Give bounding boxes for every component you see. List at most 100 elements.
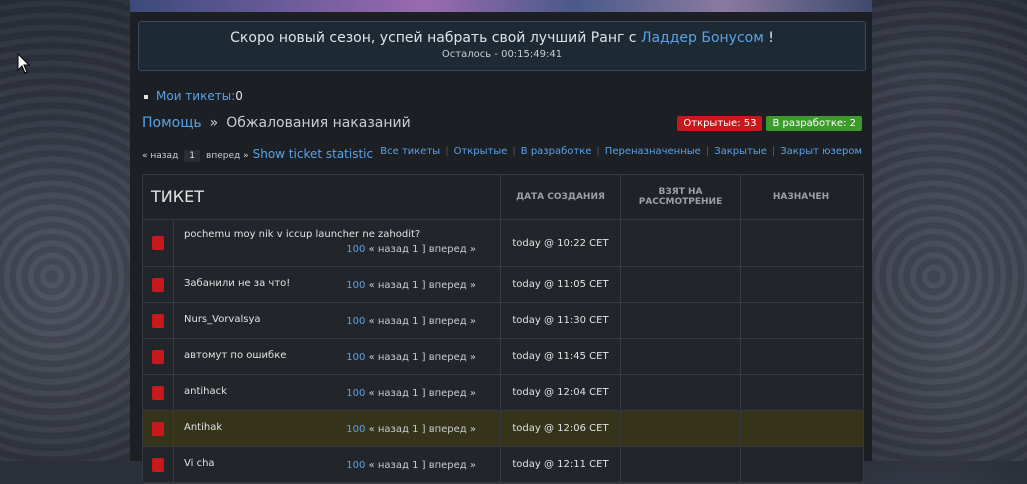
pagination: « назад 1 вперед » Show ticket statistic xyxy=(142,147,373,162)
ticket-title-link[interactable]: antihack xyxy=(184,386,227,397)
my-tickets-count: 0 xyxy=(235,89,243,103)
filter-divider: | xyxy=(771,146,776,157)
status-cell xyxy=(143,303,174,338)
table-row[interactable]: Забанили не за что! 100 « назад 1 ] впере… xyxy=(143,267,863,303)
status-cell xyxy=(143,411,174,446)
taken-cell xyxy=(621,220,741,266)
ticket-title-link[interactable]: Nurs_Vorvalsya xyxy=(184,314,261,325)
created-cell: today @ 12:06 CET xyxy=(501,411,621,446)
tickets-table: ТИКЕТ ДАТА СОЗДАНИЯ ВЗЯТ НА РАССМОТРЕНИЕ… xyxy=(142,174,864,484)
assigned-cell xyxy=(741,411,861,446)
table-row[interactable]: Nurs_Vorvalsya 100 « назад 1 ] вперед » to… xyxy=(143,303,863,339)
ticket-statistic-link[interactable]: Show ticket statistic xyxy=(253,147,374,161)
ticket-title-link[interactable]: pochemu moy nik v iccup launcher ne zaho… xyxy=(184,229,420,240)
ticket-filters: Все тикеты | Открытые | В разработке | Переназ… xyxy=(380,146,862,157)
header-created: ДАТА СОЗДАНИЯ xyxy=(501,175,621,219)
taken-cell xyxy=(621,411,741,446)
ticket-pager[interactable]: « назад 1 ] вперед » xyxy=(365,460,476,471)
ticket-num[interactable]: 100 xyxy=(346,460,365,471)
ticket-num[interactable]: 100 xyxy=(346,388,365,399)
status-square-icon xyxy=(152,457,164,472)
ticket-num[interactable]: 100 xyxy=(346,280,365,291)
status-cell xyxy=(143,447,174,482)
filter-all[interactable]: Все тикеты xyxy=(380,146,440,157)
taken-cell xyxy=(621,447,741,482)
filter-divider: | xyxy=(705,146,710,157)
pager-page-number[interactable]: 1 xyxy=(184,150,201,162)
ticket-pager[interactable]: « назад 1 ] вперед » xyxy=(365,280,476,291)
ticket-pager[interactable]: « назад 1 ] вперед » xyxy=(365,316,476,327)
taken-cell xyxy=(621,375,741,410)
filter-open[interactable]: Открытые xyxy=(454,146,508,157)
notice-text-after: ! xyxy=(763,30,774,46)
status-square-icon xyxy=(152,349,164,364)
ticket-title-link[interactable]: автомут по ошибке xyxy=(184,350,286,361)
filter-in-dev[interactable]: В разработке xyxy=(521,146,592,157)
status-square-icon xyxy=(152,313,164,328)
ticket-nav: 100 « назад 1 ] вперед » xyxy=(346,316,476,327)
ticket-title-link[interactable]: Vi cha xyxy=(184,458,215,469)
breadcrumb-current: Обжалования наказаний xyxy=(226,115,411,131)
ticket-num[interactable]: 100 xyxy=(346,424,365,435)
ticket-num[interactable]: 100 xyxy=(346,244,365,255)
ticket-num[interactable]: 100 xyxy=(346,352,365,363)
assigned-cell xyxy=(741,303,861,338)
taken-cell xyxy=(621,303,741,338)
main-content: Скоро новый сезон, успей набрать свой лу… xyxy=(130,12,872,484)
filter-closed-by-user[interactable]: Закрыт юзером xyxy=(780,146,862,157)
ticket-num[interactable]: 100 xyxy=(346,316,365,327)
taken-cell xyxy=(621,267,741,302)
status-square-icon xyxy=(152,236,164,250)
table-header: ТИКЕТ ДАТА СОЗДАНИЯ ВЗЯТ НА РАССМОТРЕНИЕ… xyxy=(143,175,863,220)
breadcrumb: Помощь » Обжалования наказаний xyxy=(142,115,411,131)
status-badges: Открытые: 53 В разработке: 2 xyxy=(673,116,862,131)
pager-next[interactable]: вперед » xyxy=(206,151,249,161)
created-cell: today @ 11:30 CET xyxy=(501,303,621,338)
my-tickets-link[interactable]: Мои тикеты: xyxy=(156,89,235,103)
status-square-icon xyxy=(152,385,164,400)
created-cell: today @ 12:04 CET xyxy=(501,375,621,410)
notice-text: Скоро новый сезон, успей набрать свой лу… xyxy=(139,30,865,46)
ticket-cell: Забанили не за что! 100 « назад 1 ] впере… xyxy=(174,267,501,302)
header-banner xyxy=(130,0,872,12)
table-row[interactable]: antihack 100 « назад 1 ] вперед » today @ … xyxy=(143,375,863,411)
ticket-pager[interactable]: « назад 1 ] вперед » xyxy=(365,352,476,363)
season-notice: Скоро новый сезон, успей набрать свой лу… xyxy=(138,21,866,71)
breadcrumb-home-link[interactable]: Помощь xyxy=(142,115,202,131)
table-row[interactable]: автомут по ошибке 100 « назад 1 ] вперед … xyxy=(143,339,863,375)
ticket-nav: 100 « назад 1 ] вперед » xyxy=(346,352,476,363)
notice-text-before: Скоро новый сезон, успей набрать свой лу… xyxy=(230,30,641,46)
ticket-nav: 100 « назад 1 ] вперед » xyxy=(346,388,476,399)
mouse-cursor-icon xyxy=(17,53,31,74)
pager-prev[interactable]: « назад xyxy=(142,151,178,161)
filter-closed[interactable]: Закрытые xyxy=(714,146,767,157)
status-cell xyxy=(143,339,174,374)
header-ticket: ТИКЕТ xyxy=(143,175,501,219)
ticket-title-link[interactable]: Забанили не за что! xyxy=(184,278,290,289)
status-cell xyxy=(143,220,174,266)
bullet-icon xyxy=(144,94,148,99)
assigned-cell xyxy=(741,220,861,266)
header-assigned: НАЗНАЧЕН xyxy=(772,192,830,202)
assigned-cell xyxy=(741,375,861,410)
assigned-cell xyxy=(741,339,861,374)
filter-reassigned[interactable]: Переназначенные xyxy=(605,146,701,157)
ticket-nav: 100 « назад 1 ] вперед » xyxy=(346,424,476,435)
ticket-nav: 100 « назад 1 ] вперед » xyxy=(346,460,476,471)
ticket-cell: Nurs_Vorvalsya 100 « назад 1 ] вперед » xyxy=(174,303,501,338)
open-tickets-badge[interactable]: Открытые: 53 xyxy=(677,116,763,131)
table-row[interactable]: Antihak 100 « назад 1 ] вперед » today @ 1… xyxy=(143,411,863,447)
table-row[interactable]: pochemu moy nik v iccup launcher ne zaho… xyxy=(143,220,863,267)
ticket-pager[interactable]: « назад 1 ] вперед » xyxy=(365,388,476,399)
breadcrumb-separator: » xyxy=(209,115,219,131)
ticket-nav: 100 « назад 1 ] вперед » xyxy=(346,244,476,255)
table-row[interactable]: Vi cha 100 « назад 1 ] вперед » today @ 12… xyxy=(143,447,863,483)
ticket-title-link[interactable]: Antihak xyxy=(184,422,222,433)
ticket-cell: pochemu moy nik v iccup launcher ne zaho… xyxy=(174,220,501,266)
in-dev-badge[interactable]: В разработке: 2 xyxy=(766,116,862,131)
filter-divider: | xyxy=(512,146,516,157)
created-cell: today @ 12:11 CET xyxy=(501,447,621,482)
ticket-pager[interactable]: « назад 1 ] вперед » xyxy=(365,244,476,255)
ladder-bonus-link[interactable]: Ладдер Бонусом xyxy=(641,30,764,46)
ticket-pager[interactable]: « назад 1 ] вперед » xyxy=(365,424,476,435)
